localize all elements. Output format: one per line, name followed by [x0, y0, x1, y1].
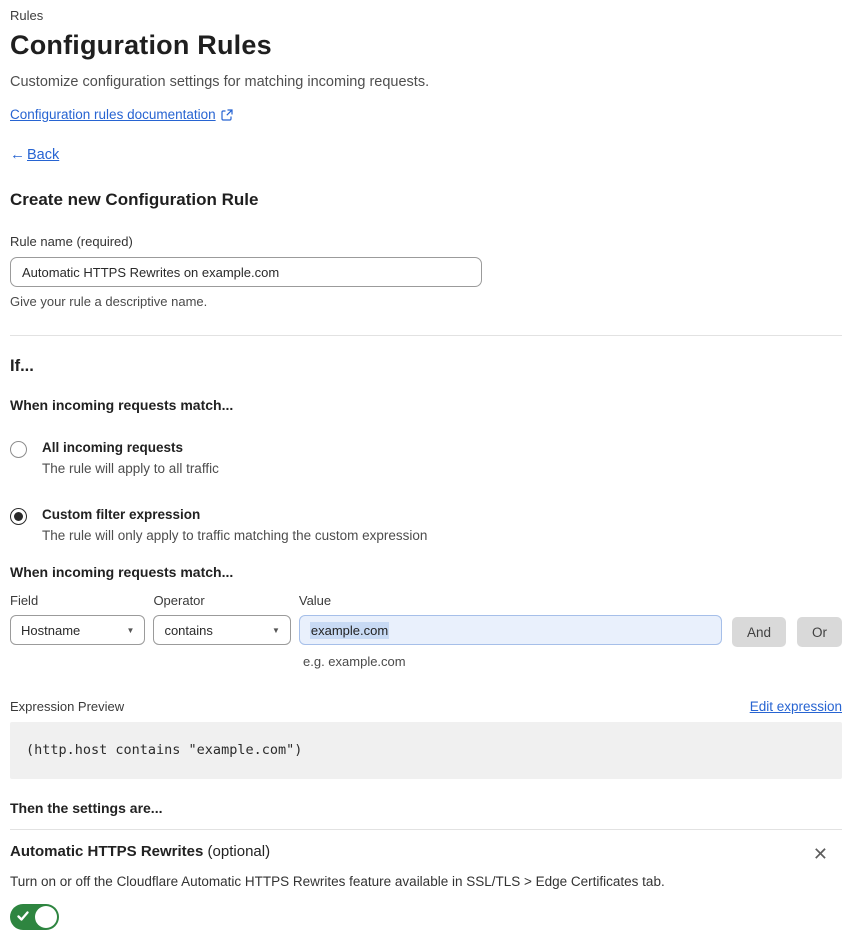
field-column: Field Hostname ▼ [10, 593, 146, 645]
chevron-down-icon: ▼ [126, 625, 135, 635]
configuration-rules-page: Rules Configuration Rules Customize conf… [0, 0, 852, 930]
field-select-value: Hostname [21, 622, 81, 638]
if-section-heading: If... [10, 357, 34, 375]
close-icon[interactable]: ✕ [813, 845, 828, 863]
radio-unselected-icon[interactable] [10, 441, 27, 458]
operator-label: Operator [153, 593, 205, 608]
value-help-text: e.g. example.com [303, 654, 406, 669]
checkmark-icon [17, 910, 29, 925]
value-input-text: example.com [309, 621, 390, 639]
or-button[interactable]: Or [797, 617, 843, 647]
then-settings-heading: Then the settings are... [10, 800, 163, 816]
operator-select[interactable]: contains ▼ [153, 615, 291, 645]
expression-builder-row: Field Hostname ▼ Operator contains ▼ Val… [10, 593, 843, 647]
radio-option-description: The rule will only apply to traffic matc… [42, 528, 428, 543]
value-input[interactable]: example.com [298, 615, 722, 645]
setting-title-name: Automatic HTTPS Rewrites [10, 843, 204, 860]
documentation-link-row: Configuration rules documentation [10, 107, 842, 122]
radio-option-label: Custom filter expression [42, 507, 201, 522]
expression-preview-row: Expression Preview Edit expression [10, 699, 842, 714]
expression-builder-heading: When incoming requests match... [10, 564, 234, 580]
value-label: Value [298, 593, 332, 608]
radio-selected-icon[interactable] [10, 508, 27, 525]
operator-column: Operator contains ▼ [153, 593, 291, 645]
back-link-row: ← Back [10, 146, 842, 163]
field-select[interactable]: Hostname ▼ [10, 615, 146, 645]
breadcrumb: Rules [10, 8, 44, 23]
match-type-label: When incoming requests match... [10, 397, 234, 413]
setting-description: Turn on or off the Cloudflare Automatic … [10, 874, 665, 889]
chevron-down-icon: ▼ [271, 625, 280, 635]
expression-preview-label: Expression Preview [10, 699, 125, 714]
external-link-icon [221, 108, 233, 121]
radio-option-texts: Custom filter expression The rule will o… [42, 507, 427, 543]
expression-preview-code: (http.host contains "example.com") [10, 722, 842, 779]
operator-select-value: contains [164, 622, 213, 638]
setting-header-row: Automatic HTTPS Rewrites (optional) ✕ [10, 843, 842, 863]
radio-option-all-incoming-requests[interactable]: All incoming requests The rule will appl… [10, 440, 842, 476]
setting-title-optional: (optional) [203, 843, 271, 860]
match-type-radio-group: All incoming requests The rule will appl… [10, 440, 842, 543]
page-subtitle: Customize configuration settings for mat… [10, 74, 430, 90]
rule-name-input[interactable] [10, 257, 482, 287]
setting-title: Automatic HTTPS Rewrites (optional) [10, 843, 270, 860]
toggle-knob [35, 906, 57, 928]
radio-option-custom-filter-expression[interactable]: Custom filter expression The rule will o… [10, 507, 842, 543]
rule-name-label: Rule name (required) [10, 234, 133, 249]
and-button[interactable]: And [731, 617, 787, 647]
edit-expression-link[interactable]: Edit expression [750, 699, 842, 714]
radio-option-label: All incoming requests [42, 440, 184, 455]
rule-name-help: Give your rule a descriptive name. [10, 294, 208, 309]
field-label: Field [10, 593, 39, 608]
back-link[interactable]: Back [27, 147, 59, 163]
create-rule-heading: Create new Configuration Rule [10, 190, 259, 209]
automatic-https-rewrites-toggle[interactable] [10, 904, 59, 930]
page-title: Configuration Rules [10, 30, 272, 60]
section-divider [10, 335, 842, 336]
documentation-link[interactable]: Configuration rules documentation [10, 107, 216, 122]
value-column: Value example.com [298, 593, 722, 645]
radio-option-description: The rule will apply to all traffic [42, 461, 219, 476]
setting-divider [10, 829, 842, 830]
back-arrow-icon: ← [10, 146, 25, 163]
radio-option-texts: All incoming requests The rule will appl… [42, 440, 219, 476]
